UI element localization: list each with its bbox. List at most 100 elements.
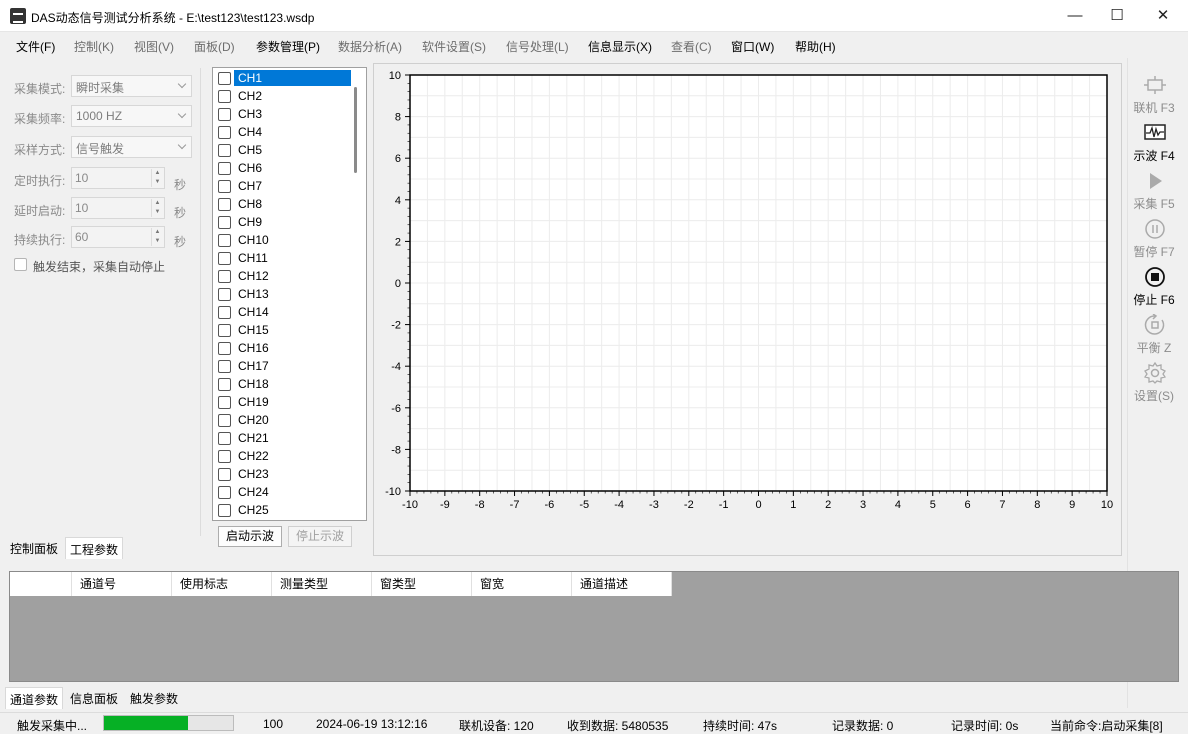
maximize-button[interactable]: ☐ — [1094, 0, 1140, 32]
channel-item[interactable]: CH19 — [218, 393, 358, 411]
channel-item[interactable]: CH21 — [218, 429, 358, 447]
channel-checkbox[interactable] — [218, 468, 231, 481]
channel-checkbox[interactable] — [218, 360, 231, 373]
menu-signal[interactable]: 信号处理(L) — [506, 38, 569, 55]
channel-label: CH24 — [238, 485, 269, 499]
column-header-channel-no[interactable]: 通道号 — [72, 572, 172, 596]
stop-wave-button[interactable]: 停止示波 — [288, 526, 352, 547]
channel-item[interactable]: CH15 — [218, 321, 358, 339]
channel-item[interactable]: CH6 — [218, 159, 358, 177]
channel-checkbox[interactable] — [218, 306, 231, 319]
channel-item[interactable]: CH18 — [218, 375, 358, 393]
stepper-arrows[interactable]: ▲ ▼ — [151, 228, 163, 246]
connect-tool[interactable]: 联机 F3 — [1131, 72, 1177, 118]
channel-checkbox[interactable] — [218, 90, 231, 103]
channel-item[interactable]: CH23 — [218, 465, 358, 483]
channel-item[interactable]: CH14 — [218, 303, 358, 321]
channel-checkbox[interactable] — [218, 72, 231, 85]
channel-checkbox[interactable] — [218, 342, 231, 355]
delay-stepper[interactable]: 10 ▲ ▼ — [71, 197, 165, 219]
balance-tool[interactable]: 平衡 Z — [1131, 312, 1177, 358]
channel-checkbox[interactable] — [218, 450, 231, 463]
channel-item[interactable]: CH20 — [218, 411, 358, 429]
tab-trigger-params[interactable]: 触发参数 — [126, 687, 182, 709]
freq-select[interactable]: 1000 HZ — [71, 105, 192, 127]
close-button[interactable]: ✕ — [1140, 0, 1186, 32]
timed-stepper[interactable]: 10 ▲ ▼ — [71, 167, 165, 189]
channel-item[interactable]: CH17 — [218, 357, 358, 375]
channel-item[interactable]: CH25 — [218, 501, 358, 519]
menu-params[interactable]: 参数管理(P) — [256, 38, 320, 55]
channel-checkbox[interactable] — [218, 324, 231, 337]
column-header-measure-type[interactable]: 测量类型 — [272, 572, 372, 596]
channel-item[interactable]: CH5 — [218, 141, 358, 159]
channel-item[interactable]: CH4 — [218, 123, 358, 141]
channel-checkbox[interactable] — [218, 414, 231, 427]
channel-item[interactable]: CH22 — [218, 447, 358, 465]
settings-tool[interactable]: 设置(S) — [1131, 360, 1177, 406]
channel-item[interactable]: CH8 — [218, 195, 358, 213]
channel-checkbox[interactable] — [218, 396, 231, 409]
column-header-use-flag[interactable]: 使用标志 — [172, 572, 272, 596]
channel-label: CH8 — [238, 197, 263, 211]
column-header-row-select[interactable] — [10, 572, 72, 596]
menu-view[interactable]: 视图(V) — [134, 38, 174, 55]
channel-checkbox[interactable] — [218, 180, 231, 193]
channel-checkbox[interactable] — [218, 198, 231, 211]
tab-info-panel[interactable]: 信息面板 — [66, 687, 122, 709]
column-header-channel-desc[interactable]: 通道描述 — [572, 572, 672, 596]
menu-software[interactable]: 软件设置(S) — [422, 38, 486, 55]
start-wave-button[interactable]: 启动示波 — [218, 526, 282, 547]
stop-tool[interactable]: 停止 F6 — [1131, 264, 1177, 310]
collect-tool[interactable]: 采集 F5 — [1131, 168, 1177, 214]
channel-checkbox[interactable] — [218, 162, 231, 175]
mode-select[interactable]: 瞬时采集 — [71, 75, 192, 97]
channel-checkbox[interactable] — [218, 144, 231, 157]
column-header-window-type[interactable]: 窗类型 — [372, 572, 472, 596]
channel-checkbox[interactable] — [218, 270, 231, 283]
channel-checkbox[interactable] — [218, 432, 231, 445]
menu-panel[interactable]: 面板(D) — [194, 38, 235, 55]
menu-look[interactable]: 查看(C) — [671, 38, 712, 55]
channel-item[interactable]: CH3 — [218, 105, 358, 123]
channel-item[interactable]: CH16 — [218, 339, 358, 357]
channel-item[interactable]: CH1 — [218, 69, 358, 87]
channel-item[interactable]: CH7 — [218, 177, 358, 195]
menu-analysis[interactable]: 数据分析(A) — [338, 38, 402, 55]
channel-checkbox[interactable] — [218, 486, 231, 499]
minimize-button[interactable]: — — [1052, 0, 1098, 32]
channel-item[interactable]: CH13 — [218, 285, 358, 303]
menu-help[interactable]: 帮助(H) — [795, 38, 836, 55]
tab-control-panel[interactable]: 控制面板 — [6, 537, 62, 559]
channel-checkbox[interactable] — [218, 252, 231, 265]
tab-channel-params[interactable]: 通道参数 — [5, 687, 64, 709]
stepper-arrows[interactable]: ▲ ▼ — [151, 169, 163, 187]
channel-item[interactable]: CH2 — [218, 87, 358, 105]
channel-item[interactable]: CH9 — [218, 213, 358, 231]
auto-stop-checkbox[interactable] — [14, 258, 27, 271]
menu-info[interactable]: 信息显示(X) — [588, 38, 652, 55]
sample-select[interactable]: 信号触发 — [71, 136, 192, 158]
channel-checkbox[interactable] — [218, 234, 231, 247]
channel-checkbox[interactable] — [218, 216, 231, 229]
menu-control[interactable]: 控制(K) — [74, 38, 114, 55]
duration-stepper[interactable]: 60 ▲ ▼ — [71, 226, 165, 248]
channel-item[interactable]: CH24 — [218, 483, 358, 501]
column-header-window-width[interactable]: 窗宽 — [472, 572, 572, 596]
menu-file[interactable]: 文件(F) — [16, 38, 55, 55]
pause-tool[interactable]: 暂停 F7 — [1131, 216, 1177, 262]
channel-checkbox[interactable] — [218, 504, 231, 517]
channel-item[interactable]: CH11 — [218, 249, 358, 267]
channel-scrollbar[interactable] — [354, 87, 357, 173]
channel-checkbox[interactable] — [218, 126, 231, 139]
channel-checkbox[interactable] — [218, 288, 231, 301]
channel-checkbox[interactable] — [218, 378, 231, 391]
stepper-arrows[interactable]: ▲ ▼ — [151, 199, 163, 217]
channel-item[interactable]: CH12 — [218, 267, 358, 285]
channel-item[interactable]: CH10 — [218, 231, 358, 249]
tab-project-params[interactable]: 工程参数 — [65, 537, 124, 559]
menu-window[interactable]: 窗口(W) — [731, 38, 774, 55]
wave-tool[interactable]: 示波 F4 — [1131, 120, 1177, 166]
channel-checkbox[interactable] — [218, 108, 231, 121]
pause-icon — [1145, 219, 1165, 239]
